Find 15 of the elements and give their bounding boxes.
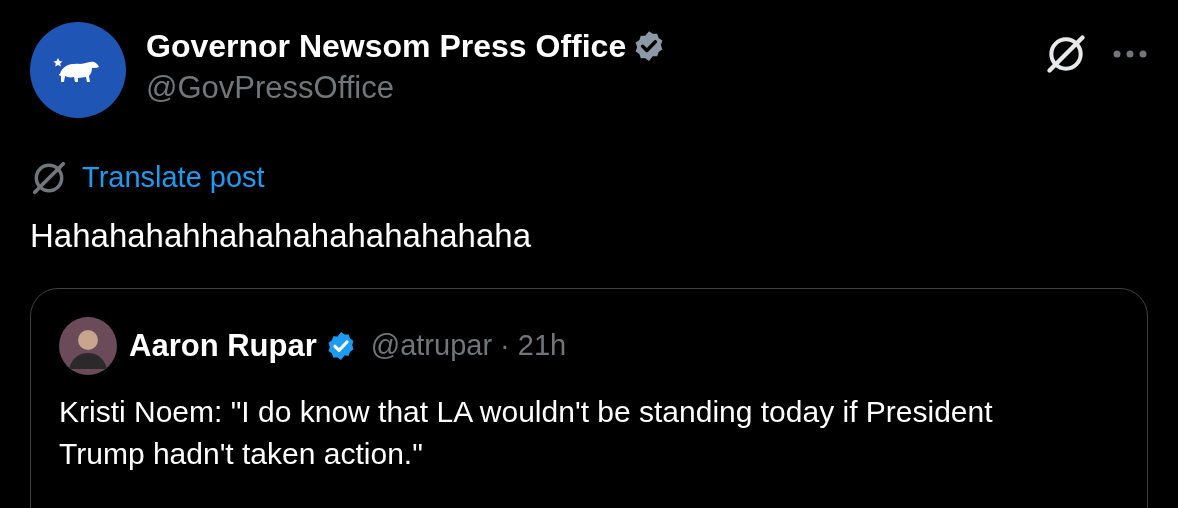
- quoted-author-handle[interactable]: @atrupar: [370, 324, 493, 368]
- quoted-post-text: Kristi Noem: "I do know that LA wouldn't be standing today if President Trump hadn't taken action.": [59, 394, 994, 472]
- translate-icon: [30, 159, 68, 197]
- grok-icon[interactable]: [1044, 32, 1088, 76]
- more-options-icon[interactable]: [1112, 49, 1148, 59]
- author-name[interactable]: Governor Newsom Press Office: [146, 24, 627, 68]
- separator-dot: ·: [500, 328, 510, 364]
- post-text: Hahahahahhahahahahahahahaha: [30, 216, 532, 256]
- logo-avatar[interactable]: [30, 22, 126, 118]
- quoted-author-name[interactable]: Aaron Rupar: [129, 322, 317, 370]
- translate-link[interactable]: Translate post: [82, 156, 265, 200]
- quoted-post-card[interactable]: Aaron Rupar @atrupar · 21h Kristi Noem: "I do know that LA wouldn't be standing today if President Trump hadn't taken action.": [30, 288, 1148, 508]
- post-time[interactable]: 21h: [517, 324, 567, 368]
- author-handle[interactable]: @GovPressOffice: [146, 68, 667, 108]
- avatar: [59, 317, 117, 375]
